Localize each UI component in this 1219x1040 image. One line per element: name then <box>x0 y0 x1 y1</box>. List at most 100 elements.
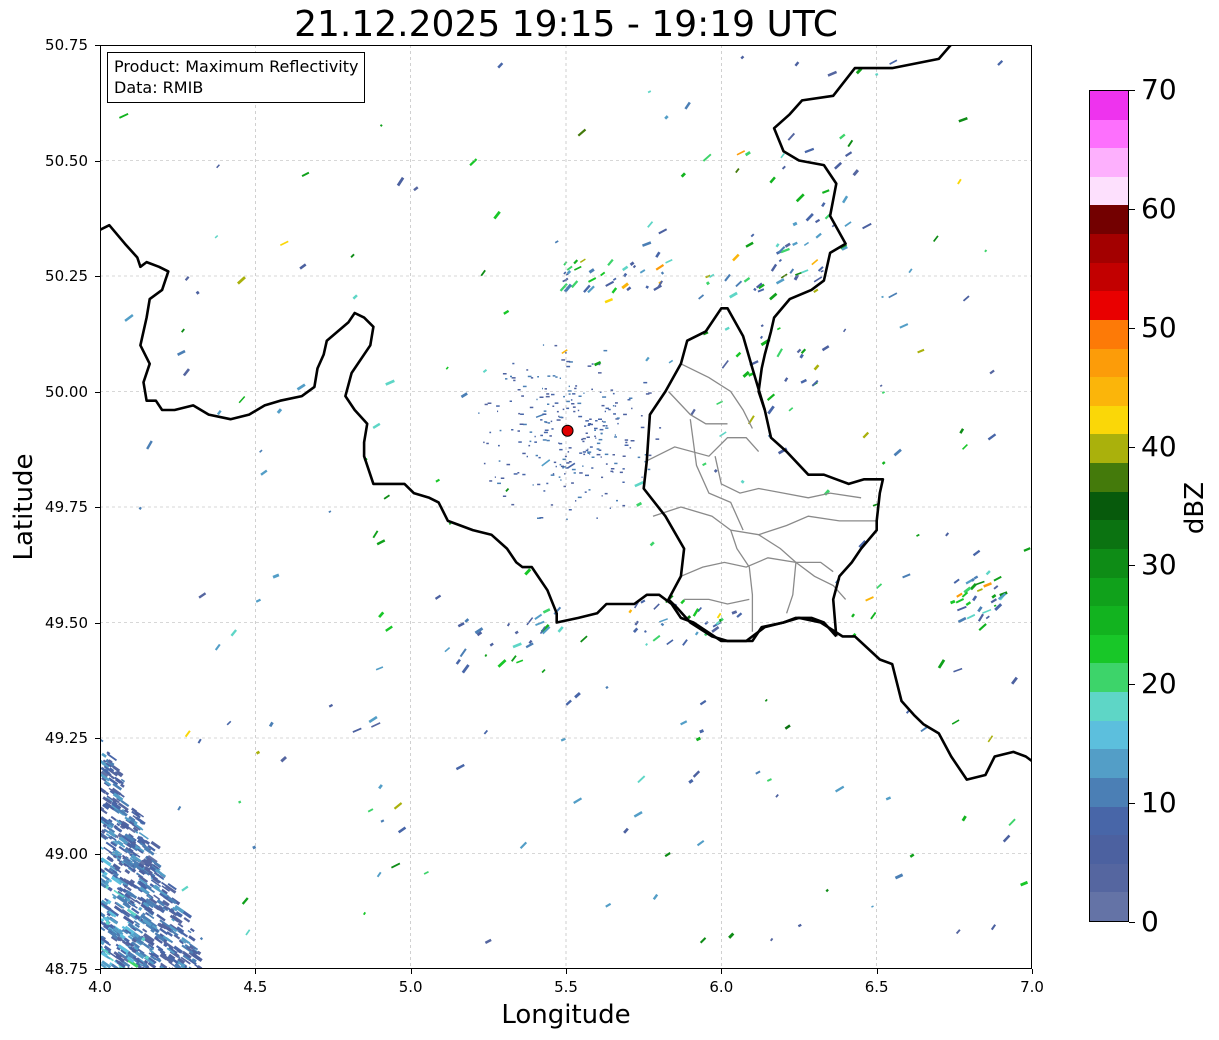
clutter-cell <box>522 473 526 476</box>
clutter-cell <box>554 344 558 347</box>
echo-cell <box>1010 676 1018 685</box>
echo-cell <box>573 797 583 804</box>
clutter-cell <box>546 439 550 442</box>
echo-cell <box>805 213 814 222</box>
echo-cell <box>899 323 909 329</box>
clutter-cell <box>549 435 552 437</box>
clutter-cell <box>489 431 492 434</box>
echo-cell <box>352 727 362 733</box>
y-tick-mark <box>95 969 100 970</box>
echo-cell <box>512 642 522 649</box>
echo-cell <box>296 383 306 391</box>
echo-cell <box>376 871 382 878</box>
clutter-cell <box>511 377 516 379</box>
clutter-cell <box>630 440 635 442</box>
x-tick-mark <box>410 969 412 974</box>
echo-cell <box>483 729 489 735</box>
clutter-cell <box>550 474 555 476</box>
echo-cell <box>755 770 761 775</box>
y-tick-mark <box>95 853 100 855</box>
echo-cell <box>937 659 946 669</box>
echo-cell <box>839 133 846 140</box>
clutter-cell <box>627 399 631 401</box>
echo-cell <box>797 923 802 928</box>
y-tick-label: 49.75 <box>45 498 88 516</box>
clutter-cell <box>605 463 608 465</box>
clutter-cell <box>588 423 592 425</box>
echo-cell <box>688 778 694 784</box>
clutter-cell <box>587 424 590 426</box>
echo-cell <box>796 348 802 354</box>
y-tick-label: 50.00 <box>45 382 88 401</box>
echo-cell <box>696 839 705 847</box>
echo-cell <box>505 487 510 493</box>
echo-cell <box>184 276 190 281</box>
colorbar-tick-mark <box>1129 684 1135 686</box>
colorbar-tick-mark <box>1129 803 1135 805</box>
clutter-cell <box>568 461 572 463</box>
echo-cell <box>368 715 378 724</box>
clutter-cell <box>543 410 547 412</box>
echo-cell <box>385 625 393 632</box>
echo-cell <box>976 588 983 593</box>
colorbar-tick-label: 10 <box>1141 786 1177 820</box>
echo-cell <box>834 161 843 170</box>
clutter-cell <box>498 460 501 462</box>
clutter-cell <box>534 435 536 438</box>
clutter-cell <box>614 462 618 465</box>
echo-cell <box>702 462 707 467</box>
echo-cell <box>393 802 403 810</box>
echo-cell <box>580 635 588 643</box>
echo-cell <box>950 599 956 605</box>
echo-cell <box>573 259 579 265</box>
clutter-cell <box>542 387 543 390</box>
clutter-cell <box>617 422 619 425</box>
echo-cell <box>795 271 802 276</box>
clutter-cell <box>543 490 546 492</box>
colorbar-tick-mark <box>1129 922 1135 923</box>
echo-cell <box>376 539 386 546</box>
clutter-cell <box>625 441 628 444</box>
echo-cell <box>933 235 939 243</box>
province-border <box>714 456 862 499</box>
clutter-cell <box>598 438 603 441</box>
echo-cell <box>800 348 807 355</box>
clutter-cell <box>614 434 616 436</box>
x-tick-label: 6.0 <box>709 978 734 996</box>
echo-cell <box>978 623 987 631</box>
clutter-cell <box>601 495 603 497</box>
clutter-cell <box>559 416 563 418</box>
echo-cell <box>542 608 551 614</box>
clutter-cell <box>558 476 561 478</box>
colorbar-segment <box>1090 577 1128 607</box>
product-label: Product: Maximum Reflectivity <box>114 57 359 76</box>
echo-cell <box>957 605 967 612</box>
clutter-cell <box>559 448 563 451</box>
clutter-cell <box>596 442 601 445</box>
clutter-cell <box>604 492 608 495</box>
echo-cell <box>983 582 992 588</box>
echo-cell <box>997 59 1004 66</box>
echo-cell <box>214 235 219 239</box>
echo-cell <box>716 400 723 406</box>
echo-cell <box>255 750 261 755</box>
echo-cell <box>736 612 743 618</box>
colorbar-segment <box>1090 348 1128 378</box>
echo-cell <box>645 285 649 289</box>
echo-cell <box>216 164 220 169</box>
precip-cell <box>138 906 143 911</box>
echo-cell <box>664 852 671 858</box>
echo-cell <box>534 613 543 621</box>
x-tick-label: 5.5 <box>554 978 578 996</box>
echo-cell <box>993 585 999 590</box>
info-box: Product: Maximum Reflectivity Data: RMIB <box>107 52 366 103</box>
echo-cell <box>379 124 383 127</box>
echo-cell <box>370 722 381 728</box>
echo-cell <box>626 286 632 292</box>
clutter-cell <box>612 392 615 395</box>
clutter-cell <box>518 441 522 443</box>
echo-cell <box>199 936 204 941</box>
clutter-cell <box>555 465 557 468</box>
echo-cell <box>480 269 486 277</box>
clutter-cell <box>591 363 594 365</box>
